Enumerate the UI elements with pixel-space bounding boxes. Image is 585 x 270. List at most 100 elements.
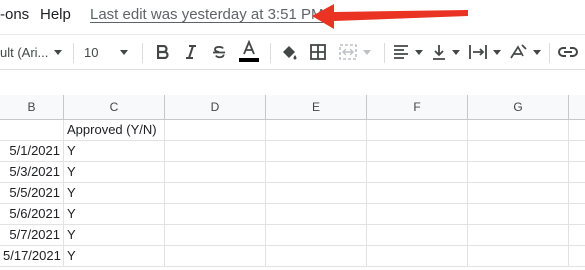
cell-f[interactable] xyxy=(367,225,468,246)
chevron-down-icon xyxy=(533,49,541,55)
table-row: 5/1/2021 Y xyxy=(0,141,585,162)
cell-f[interactable] xyxy=(367,246,468,267)
column-header-d[interactable]: D xyxy=(165,95,266,119)
table-row: 5/17/2021 Y xyxy=(0,246,585,267)
table-row: 5/6/2021 Y xyxy=(0,204,585,225)
cell-b[interactable]: 5/1/2021 xyxy=(0,141,64,162)
cell-c[interactable]: Y xyxy=(64,225,165,246)
column-header-g[interactable]: G xyxy=(468,95,569,119)
toolbar-divider xyxy=(384,43,385,63)
font-family-value: ult (Ari... xyxy=(0,44,49,60)
cell-b[interactable]: 5/3/2021 xyxy=(0,162,64,183)
chevron-down-icon xyxy=(452,49,460,55)
fill-color-icon xyxy=(283,46,297,60)
fill-color-button[interactable] xyxy=(278,35,300,69)
vertical-align-button[interactable] xyxy=(430,35,462,69)
toolbar-divider xyxy=(549,43,550,63)
last-edit-link[interactable]: Last edit was yesterday at 3:51 PM xyxy=(90,6,323,23)
text-wrap-icon xyxy=(469,45,487,59)
cell-e[interactable] xyxy=(266,162,367,183)
text-rotation-icon xyxy=(510,44,527,59)
cell-d[interactable] xyxy=(165,120,266,141)
font-family-select[interactable]: ult (Ari... xyxy=(0,35,66,69)
toolbar: ult (Ari... 10 xyxy=(0,34,585,70)
cell-g[interactable] xyxy=(468,162,569,183)
cell-b[interactable]: 5/6/2021 xyxy=(0,204,64,225)
table-row: 5/5/2021 Y xyxy=(0,183,585,204)
cell-f[interactable] xyxy=(367,120,468,141)
table-row: 5/7/2021 Y xyxy=(0,225,585,246)
cell-g[interactable] xyxy=(468,246,569,267)
cell-e[interactable] xyxy=(266,246,367,267)
italic-icon xyxy=(186,45,196,59)
horizontal-align-button[interactable] xyxy=(392,35,424,69)
cell-d[interactable] xyxy=(165,204,266,225)
text-wrap-button[interactable] xyxy=(468,35,502,69)
bold-icon xyxy=(157,45,169,59)
column-header-e[interactable]: E xyxy=(266,95,367,119)
menu-bar: -ons Help Last edit was yesterday at 3:5… xyxy=(0,0,585,32)
toolbar-divider xyxy=(270,43,271,63)
insert-link-button[interactable] xyxy=(556,35,580,69)
cell-f[interactable] xyxy=(367,204,468,225)
cell-d[interactable] xyxy=(165,183,266,204)
cell-d[interactable] xyxy=(165,246,266,267)
toolbar-divider xyxy=(73,43,74,63)
chevron-down-icon xyxy=(493,49,501,55)
merge-cells-icon xyxy=(339,44,357,60)
cell-c[interactable]: Y xyxy=(64,246,165,267)
strikethrough-icon xyxy=(213,46,225,59)
column-header-f[interactable]: F xyxy=(367,95,468,119)
cell-e[interactable] xyxy=(266,141,367,162)
cell-c[interactable]: Y xyxy=(64,162,165,183)
cell-g[interactable] xyxy=(468,141,569,162)
cell-b[interactable] xyxy=(0,120,64,141)
font-size-select[interactable]: 10 xyxy=(84,35,132,69)
chevron-down-icon xyxy=(363,49,371,55)
cell-b[interactable]: 5/17/2021 xyxy=(0,246,64,267)
column-header-c[interactable]: C xyxy=(64,95,165,119)
cell-c[interactable]: Approved (Y/N) xyxy=(64,120,165,141)
column-headers: B C D E F G xyxy=(0,95,585,120)
merge-cells-button[interactable] xyxy=(334,35,376,69)
toolbar-divider xyxy=(142,43,143,63)
text-color-button[interactable] xyxy=(236,35,262,69)
menu-add-ons[interactable]: -ons xyxy=(0,6,29,23)
italic-button[interactable] xyxy=(180,35,202,69)
horizontal-align-icon xyxy=(394,45,408,59)
cell-f[interactable] xyxy=(367,141,468,162)
strikethrough-button[interactable] xyxy=(208,35,230,69)
font-size-value: 10 xyxy=(84,44,99,60)
cell-g[interactable] xyxy=(468,120,569,141)
cell-b[interactable]: 5/5/2021 xyxy=(0,183,64,204)
cell-e[interactable] xyxy=(266,183,367,204)
cell-e[interactable] xyxy=(266,204,367,225)
borders-button[interactable] xyxy=(306,35,330,69)
cell-d[interactable] xyxy=(165,141,266,162)
cell-f[interactable] xyxy=(367,183,468,204)
cell-g[interactable] xyxy=(468,204,569,225)
cell-c[interactable]: Y xyxy=(64,141,165,162)
cell-e[interactable] xyxy=(266,120,367,141)
annotation-arrow-icon xyxy=(312,4,468,29)
formula-bar-area xyxy=(0,70,585,94)
cell-d[interactable] xyxy=(165,225,266,246)
cell-g[interactable] xyxy=(468,183,569,204)
chevron-down-icon xyxy=(54,49,63,55)
column-header-b[interactable]: B xyxy=(0,95,64,119)
text-rotation-button[interactable] xyxy=(508,35,542,69)
cell-d[interactable] xyxy=(165,162,266,183)
borders-icon xyxy=(310,44,326,60)
chevron-down-icon xyxy=(120,49,129,55)
cell-e[interactable] xyxy=(266,225,367,246)
chevron-down-icon xyxy=(415,49,423,55)
bold-button[interactable] xyxy=(152,35,174,69)
cell-b[interactable]: 5/7/2021 xyxy=(0,225,64,246)
cell-c[interactable]: Y xyxy=(64,183,165,204)
cell-f[interactable] xyxy=(367,162,468,183)
link-icon xyxy=(558,47,578,57)
menu-help[interactable]: Help xyxy=(40,6,71,23)
text-color-icon xyxy=(239,40,259,62)
cell-g[interactable] xyxy=(468,225,569,246)
cell-c[interactable]: Y xyxy=(64,204,165,225)
